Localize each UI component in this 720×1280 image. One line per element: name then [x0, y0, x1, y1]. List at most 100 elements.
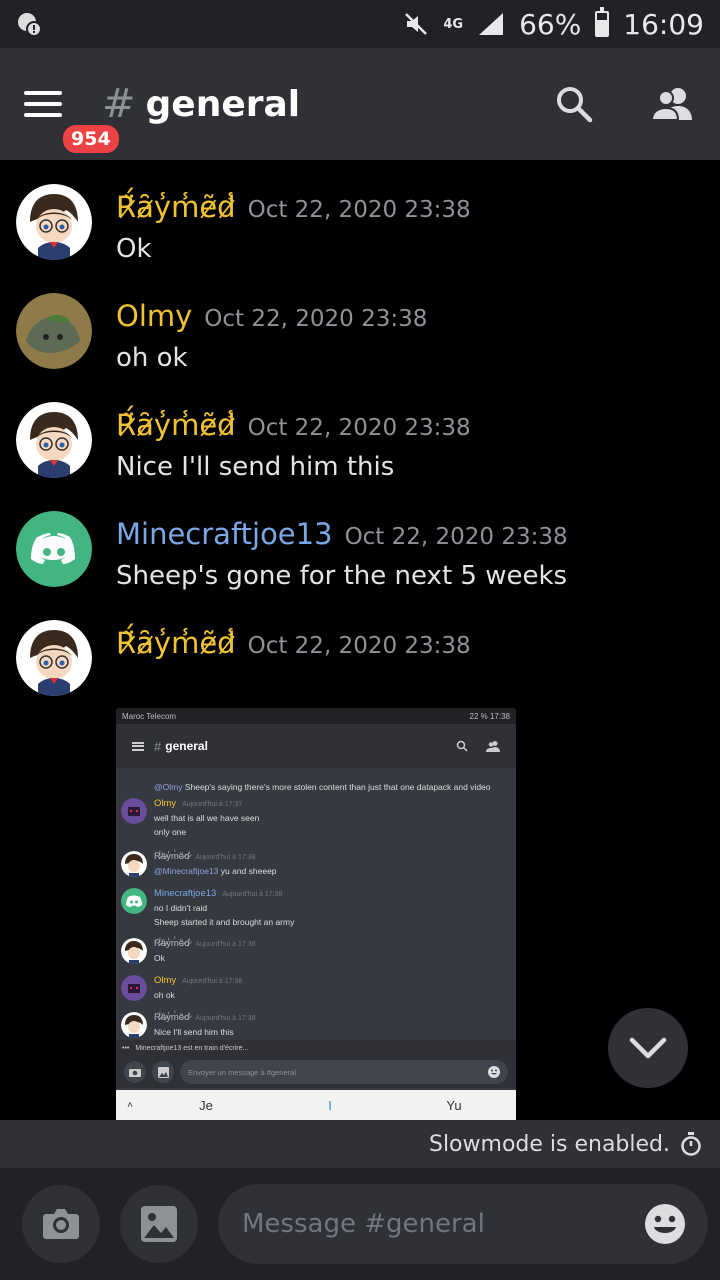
attachment-username: Minecraftjoe13 Aujourd'hui à 17:38 [154, 888, 282, 899]
slowmode-text: Slowmode is enabled. [428, 1131, 670, 1157]
attachment-keyboard-suggestions: ˄ Je I Yu [116, 1090, 516, 1120]
attachment-text: well that is all we have seen [154, 813, 260, 823]
conan-avatar-icon [121, 851, 147, 877]
attachment-text: Ok [154, 953, 165, 963]
gallery-button[interactable] [120, 1185, 198, 1263]
attachment-username-text: Minecraftjoe13 [154, 888, 217, 899]
attachment-line: @Minecraftjoe13 yu and sheeep [154, 866, 277, 876]
keyboard-suggestion: Je [199, 1097, 213, 1113]
message-header: R̷̈́ȃ̷y̾m̾ẽ̷d̷̾ Oct 22, 2020 23:38 [116, 190, 471, 224]
conan-avatar-icon [16, 620, 92, 696]
username[interactable]: Minecraftjoe13 [116, 517, 333, 551]
discord-logo-icon [121, 888, 147, 914]
attachment-header-icons [456, 740, 500, 752]
attachment-time: Aujourd'hui à 17:38 [182, 978, 243, 985]
attachment-username-text: R̷̈́ȃ̷y̾m̾ẽ̷d̷̾ [154, 938, 190, 949]
channel-title: general [145, 83, 301, 125]
image-attachment[interactable]: Maroc Telecom 22 % 17:38 # general @Olmy… [116, 708, 516, 1120]
attachment-avatar [121, 798, 147, 824]
conan-avatar-icon [16, 402, 92, 478]
attachment-text: Sheep's saying there's more stolen conte… [182, 782, 491, 792]
attachment-mention: @Minecraftjoe13 [154, 866, 219, 876]
avatar[interactable] [16, 620, 92, 696]
attachment-header: # general [116, 724, 516, 768]
message-header: Olmy Oct 22, 2020 23:38 [116, 299, 427, 333]
battery-icon [595, 7, 610, 37]
attachment-username-text: R̷̈́ȃ̷y̾m̾ẽ̷d̷̾ [154, 851, 190, 862]
avatar[interactable] [16, 511, 92, 587]
attachment-text: Sheep started it and brought an army [154, 917, 295, 927]
search-button[interactable] [552, 82, 596, 126]
attachment-username: R̷̈́ȃ̷y̾m̾ẽ̷d̷̾ Aujourd'hui à 17:38 [154, 1012, 255, 1023]
members-button[interactable] [650, 82, 694, 126]
attachment-text: Nice I'll send him this [154, 1027, 234, 1037]
timestamp: Oct 22, 2020 23:38 [247, 197, 471, 223]
keyboard-chevron-icon: ˄ [127, 1099, 133, 1111]
keyboard-suggestion: Yu [446, 1097, 462, 1113]
attachment-username-text: R̷̈́ȃ̷y̾m̾ẽ̷d̷̾ [154, 1012, 190, 1023]
attachment-text: yu and sheeep [218, 866, 277, 876]
message-input[interactable]: Message #general [218, 1184, 708, 1264]
attachment-username: R̷̈́ȃ̷y̾m̾ẽ̷d̷̾ Aujourd'hui à 17:38 [154, 851, 255, 862]
keyboard-suggestion: I [328, 1097, 332, 1113]
message-list[interactable]: R̷̈́ȃ̷y̾m̾ẽ̷d̷̾ Oct 22, 2020 23:38 Ok Ol… [0, 160, 720, 1120]
attachment-emoji-icon [488, 1066, 500, 1078]
attachment-username: Olmy Aujourd'hui à 17:37 [154, 798, 242, 809]
attachment-hash-icon: # [154, 738, 162, 754]
attachment-time: Aujourd'hui à 17:38 [195, 1015, 256, 1022]
message-header: R̷̈́ȃ̷y̾m̾ẽ̷d̷̾ Oct 22, 2020 23:38 [116, 408, 471, 442]
username[interactable]: R̷̈́ȃ̷y̾m̾ẽ̷d̷̾ [116, 190, 236, 224]
attachment-text: no I didn't raid [154, 903, 208, 913]
channel-header: 954 # general [0, 48, 720, 160]
signal-icon [479, 13, 504, 35]
camera-icon [43, 1209, 79, 1239]
conan-avatar-icon [16, 184, 92, 260]
olmy-avatar-icon [121, 975, 147, 1001]
attachment-status-bar: Maroc Telecom 22 % 17:38 [116, 708, 516, 724]
hash-icon: # [102, 81, 136, 127]
avatar[interactable] [16, 184, 92, 260]
avatar[interactable] [16, 402, 92, 478]
username[interactable]: Olmy [116, 299, 192, 333]
attachment-time: Aujourd'hui à 17:38 [195, 854, 256, 861]
avatar[interactable] [16, 293, 92, 369]
message-composer: Message #general [0, 1168, 720, 1280]
timer-icon [681, 1132, 701, 1156]
jump-to-bottom-button[interactable] [608, 1008, 688, 1088]
timestamp: Oct 22, 2020 23:38 [247, 633, 471, 659]
mute-icon [405, 13, 428, 35]
attachment-hamburger-icon [132, 741, 144, 751]
olmy-avatar-icon [121, 798, 147, 824]
username[interactable]: R̷̈́ȃ̷y̾m̾ẽ̷d̷̾ [116, 408, 236, 442]
timestamp: Oct 22, 2020 23:38 [247, 415, 471, 441]
attachment-avatar [121, 1012, 147, 1038]
message-header: Minecraftjoe13 Oct 22, 2020 23:38 [116, 517, 568, 551]
attachment-username-text: Olmy [154, 975, 177, 986]
location-alert-icon [18, 13, 42, 37]
attachment-time: Aujourd'hui à 17:38 [195, 941, 256, 948]
message-header: R̷̈́ȃ̷y̾m̾ẽ̷d̷̾ Oct 22, 2020 23:38 [116, 626, 471, 660]
chevron-down-icon [629, 1037, 667, 1059]
attachment-avatar [121, 938, 147, 964]
menu-button[interactable]: 954 [24, 64, 122, 156]
attachment-message-input: Envoyer un message à #general [180, 1060, 508, 1084]
attachment-typing-text: Minecraftjoe13 est en train d'écrire... [135, 1044, 249, 1052]
attachment-input-placeholder: Envoyer un message à #general [188, 1067, 296, 1077]
slowmode-bar: Slowmode is enabled. [0, 1120, 720, 1168]
username[interactable]: R̷̈́ȃ̷y̾m̾ẽ̷d̷̾ [116, 626, 236, 660]
attachment-members-icon [486, 741, 500, 752]
timestamp: Oct 22, 2020 23:38 [344, 524, 568, 550]
olmy-avatar-icon [16, 293, 92, 369]
attachment-status-right: 22 % 17:38 [469, 711, 510, 721]
attachment-gallery-icon [152, 1061, 174, 1083]
message-content: oh ok [116, 343, 188, 373]
attachment-avatar [121, 975, 147, 1001]
conan-avatar-icon [121, 1012, 147, 1038]
camera-button[interactable] [22, 1185, 100, 1263]
message-content: Ok [116, 234, 152, 264]
attachment-username-text: Olmy [154, 798, 177, 809]
image-icon [141, 1206, 177, 1242]
emoji-icon[interactable] [644, 1203, 686, 1245]
attachment-username: R̷̈́ȃ̷y̾m̾ẽ̷d̷̾ Aujourd'hui à 17:38 [154, 938, 255, 949]
header-actions [552, 82, 694, 126]
